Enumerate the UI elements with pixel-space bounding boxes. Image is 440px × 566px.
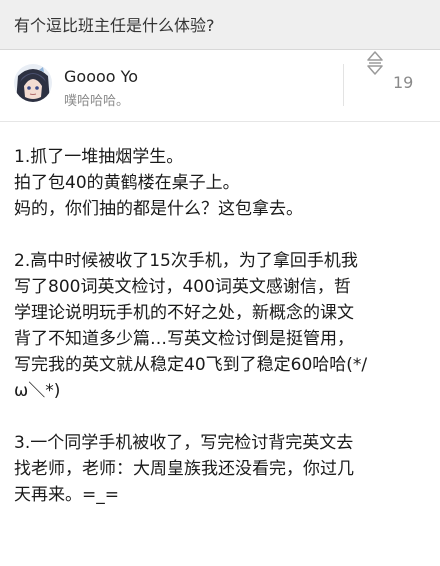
divider bbox=[343, 64, 344, 106]
question-title[interactable]: 有个逗比班主任是什么体验? bbox=[0, 0, 440, 50]
author-bar: Goooo Yo 噗哈哈哈。 19 bbox=[0, 50, 440, 122]
author-bio: 噗哈哈哈。 bbox=[64, 94, 130, 109]
author-name[interactable]: Goooo Yo bbox=[64, 67, 138, 86]
answer-paragraph: 3.一个同学手机被收了，写完检讨背完英文去 找老师，老师：大周皇族我还没看完，你… bbox=[14, 433, 354, 505]
anime-avatar-icon bbox=[14, 64, 52, 102]
vote-count: 19 bbox=[393, 73, 414, 92]
answer-body: 1.抓了一堆抽烟学生。 拍了包40的黄鹤楼在桌子上。 妈的，你们抽的都是什么？这… bbox=[0, 122, 440, 508]
updown-vote-icon[interactable] bbox=[366, 50, 384, 80]
answer-paragraph: 1.抓了一堆抽烟学生。 拍了包40的黄鹤楼在桌子上。 妈的，你们抽的都是什么？这… bbox=[14, 147, 303, 219]
answer-paragraph: 2.高中时候被收了15次手机，为了拿回手机我 写了800词英文检讨，400词英文… bbox=[14, 251, 368, 401]
avatar[interactable] bbox=[14, 64, 52, 102]
